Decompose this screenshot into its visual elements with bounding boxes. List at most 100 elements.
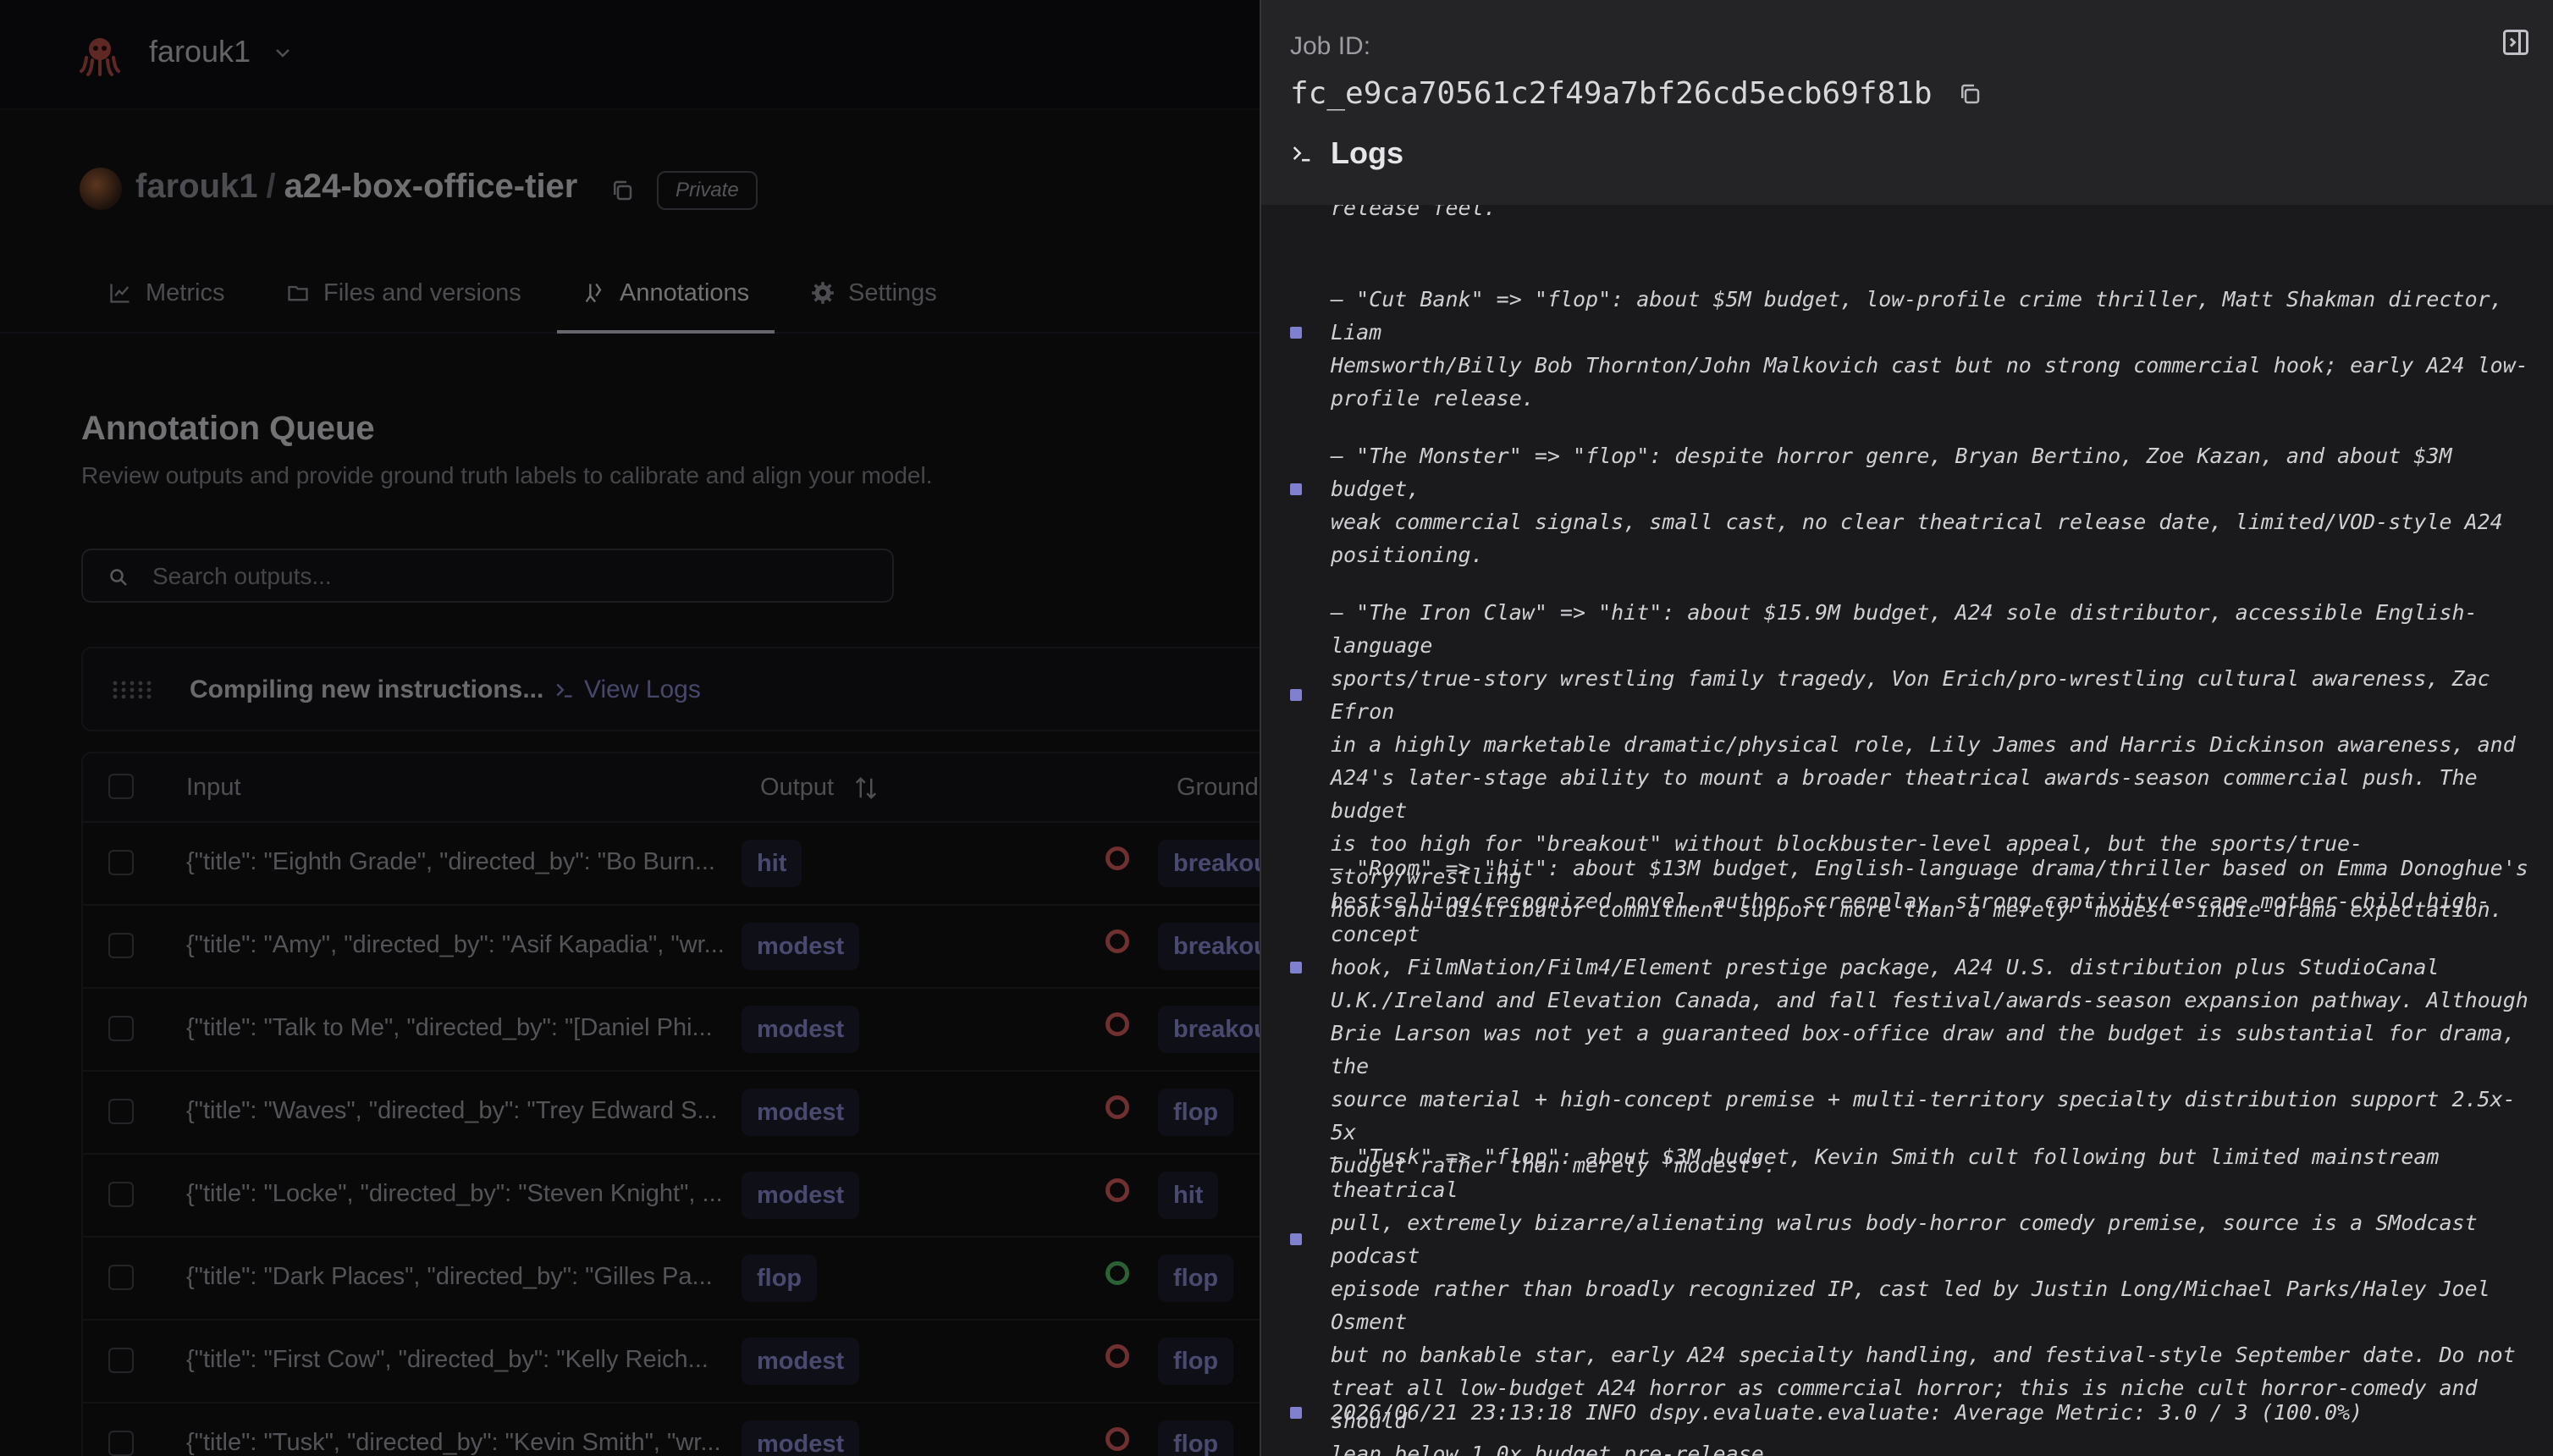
mismatch-indicator-icon bbox=[1106, 847, 1129, 870]
mismatch-indicator-icon bbox=[1106, 1095, 1129, 1119]
ground-truth-label[interactable]: breakou bbox=[1158, 1006, 1261, 1053]
output-label: modest bbox=[742, 1089, 860, 1136]
input-cell[interactable]: {"title": "Eighth Grade", "directed_by":… bbox=[186, 848, 715, 876]
copy-icon[interactable] bbox=[1957, 81, 1982, 107]
row-checkbox[interactable] bbox=[108, 1431, 134, 1456]
compile-status-bar: Compiling new instructions... View Logs bbox=[81, 647, 1261, 731]
mismatch-indicator-icon bbox=[1106, 929, 1129, 953]
gear-icon bbox=[812, 282, 834, 304]
log-entry: 2026/06/21 23:13:18 INFO dspy.evaluate.e… bbox=[1261, 1396, 2553, 1429]
collapse-panel-icon[interactable] bbox=[2501, 27, 2531, 58]
table-row[interactable]: {"title": "Amy", "directed_by": "Asif Ka… bbox=[83, 906, 1261, 989]
octopus-logo-icon[interactable] bbox=[78, 32, 122, 76]
select-all-checkbox[interactable] bbox=[108, 774, 134, 799]
table-row[interactable]: {"title": "Waves", "directed_by": "Trey … bbox=[83, 1072, 1261, 1155]
annotation-table: Input Output Ground {"title": "Eighth Gr… bbox=[81, 752, 1261, 1456]
column-header-output[interactable]: Output bbox=[760, 774, 834, 802]
log-line: – "The Monster" => "flop": despite horro… bbox=[1331, 444, 2503, 567]
log-entry: – "The Monster" => "flop": despite horro… bbox=[1261, 439, 2553, 567]
chart-icon bbox=[110, 284, 130, 303]
output-label: modest bbox=[742, 1172, 860, 1219]
log-entry: – "The Iron Claw" => "hit": about $15.9M… bbox=[1261, 596, 2553, 922]
input-cell[interactable]: {"title": "Locke", "directed_by": "Steve… bbox=[186, 1180, 723, 1208]
repo-name: a24-box-office-tier bbox=[284, 168, 578, 205]
job-id-value: fc_e9ca70561c2f49a7bf26cd5ecb69f81b bbox=[1290, 76, 1933, 111]
ground-truth-label[interactable]: flop bbox=[1158, 1089, 1234, 1136]
visibility-badge: Private bbox=[657, 171, 758, 210]
org-switcher[interactable]: farouk1 bbox=[149, 34, 251, 69]
annotation-app: farouk1 farouk1/a24-box-office-tier Priv… bbox=[0, 0, 1261, 1456]
row-checkbox[interactable] bbox=[108, 850, 134, 875]
table-row[interactable]: {"title": "First Cow", "directed_by": "K… bbox=[83, 1321, 1261, 1404]
panel-header: Job ID: fc_e9ca70561c2f49a7bf26cd5ecb69f… bbox=[1261, 0, 2553, 205]
ground-truth-label[interactable]: breakou bbox=[1158, 840, 1261, 887]
annotations-icon bbox=[585, 283, 602, 303]
copy-icon[interactable] bbox=[609, 178, 635, 203]
row-checkbox[interactable] bbox=[108, 1182, 134, 1207]
table-row[interactable]: {"title": "Locke", "directed_by": "Steve… bbox=[83, 1155, 1261, 1238]
compiling-status-text: Compiling new instructions... bbox=[190, 676, 544, 703]
column-header-input: Input bbox=[186, 774, 241, 801]
loading-dots-icon bbox=[113, 681, 152, 699]
ground-truth-label[interactable]: hit bbox=[1158, 1172, 1219, 1219]
ground-truth-label[interactable]: flop bbox=[1158, 1420, 1234, 1456]
row-checkbox[interactable] bbox=[108, 1099, 134, 1124]
output-label: hit bbox=[742, 840, 802, 887]
ground-truth-label[interactable]: flop bbox=[1158, 1255, 1234, 1302]
log-line: – "Cut Bank" => "flop": about $5M budget… bbox=[1331, 287, 2528, 411]
tab-annotations[interactable]: Annotations bbox=[556, 279, 775, 334]
row-checkbox[interactable] bbox=[108, 933, 134, 958]
log-marker-icon bbox=[1290, 961, 1302, 973]
job-logs-panel: Job ID: fc_e9ca70561c2f49a7bf26cd5ecb69f… bbox=[1260, 0, 2553, 1456]
log-line: 2026/06/21 23:13:18 INFO dspy.evaluate.e… bbox=[1331, 1400, 2363, 1425]
input-cell[interactable]: {"title": "First Cow", "directed_by": "K… bbox=[186, 1346, 709, 1374]
search-input[interactable] bbox=[152, 559, 863, 594]
view-logs-label: View Logs bbox=[584, 676, 701, 703]
row-checkbox[interactable] bbox=[108, 1348, 134, 1373]
tab-label: Files and versions bbox=[323, 279, 521, 306]
tab-settings[interactable]: Settings bbox=[811, 279, 937, 334]
input-cell[interactable]: {"title": "Waves", "directed_by": "Trey … bbox=[186, 1097, 718, 1125]
mismatch-indicator-icon bbox=[1106, 1178, 1129, 1202]
terminal-icon bbox=[556, 683, 572, 698]
table-row[interactable]: {"title": "Dark Places", "directed_by": … bbox=[83, 1238, 1261, 1321]
row-checkbox[interactable] bbox=[108, 1016, 134, 1041]
tab-label: Settings bbox=[848, 279, 937, 306]
log-marker-icon bbox=[1290, 689, 1302, 701]
tab-metrics[interactable]: Metrics bbox=[108, 279, 224, 334]
log-marker-icon bbox=[1290, 483, 1302, 495]
log-entry: – "Tusk" => "flop": about $3M budget, Ke… bbox=[1261, 1140, 2553, 1456]
chevron-down-icon[interactable] bbox=[273, 42, 293, 63]
repo-tabs: Metrics Files and versions Annotations S… bbox=[0, 257, 1261, 334]
table-row[interactable]: {"title": "Tusk", "directed_by": "Kevin … bbox=[83, 1404, 1261, 1456]
terminal-icon bbox=[1293, 146, 1310, 162]
input-cell[interactable]: {"title": "Talk to Me", "directed_by": "… bbox=[186, 1014, 713, 1042]
view-logs-link[interactable]: View Logs bbox=[554, 676, 701, 704]
sort-icon[interactable] bbox=[853, 775, 879, 801]
folder-icon bbox=[288, 285, 308, 301]
log-output[interactable]: release feel. – "Cut Bank" => "flop": ab… bbox=[1261, 205, 2553, 1456]
logs-title: Logs bbox=[1331, 135, 1403, 170]
input-cell[interactable]: {"title": "Amy", "directed_by": "Asif Ka… bbox=[186, 931, 725, 959]
log-text-fragment: release feel. bbox=[1331, 205, 1497, 220]
logs-heading: Logs bbox=[1290, 135, 1403, 171]
breadcrumb-separator: / bbox=[266, 168, 276, 205]
table-row[interactable]: {"title": "Talk to Me", "directed_by": "… bbox=[83, 989, 1261, 1072]
table-row[interactable]: {"title": "Eighth Grade", "directed_by":… bbox=[83, 823, 1261, 906]
output-label: flop bbox=[742, 1255, 818, 1302]
ground-truth-label[interactable]: flop bbox=[1158, 1337, 1234, 1385]
output-label: modest bbox=[742, 923, 860, 970]
input-cell[interactable]: {"title": "Dark Places", "directed_by": … bbox=[186, 1263, 713, 1291]
avatar bbox=[80, 168, 122, 210]
mismatch-indicator-icon bbox=[1106, 1344, 1129, 1368]
input-cell[interactable]: {"title": "Tusk", "directed_by": "Kevin … bbox=[186, 1429, 721, 1456]
job-id-label: Job ID: bbox=[1290, 32, 1371, 60]
ground-truth-label[interactable]: breakou bbox=[1158, 923, 1261, 970]
repo-owner-link[interactable]: farouk1 bbox=[135, 168, 258, 205]
row-checkbox[interactable] bbox=[108, 1265, 134, 1290]
tab-files-and-versions[interactable]: Files and versions bbox=[286, 279, 521, 334]
output-label: modest bbox=[742, 1420, 860, 1456]
output-label: modest bbox=[742, 1006, 860, 1053]
search-field[interactable] bbox=[81, 549, 894, 603]
mismatch-indicator-icon bbox=[1106, 1012, 1129, 1036]
